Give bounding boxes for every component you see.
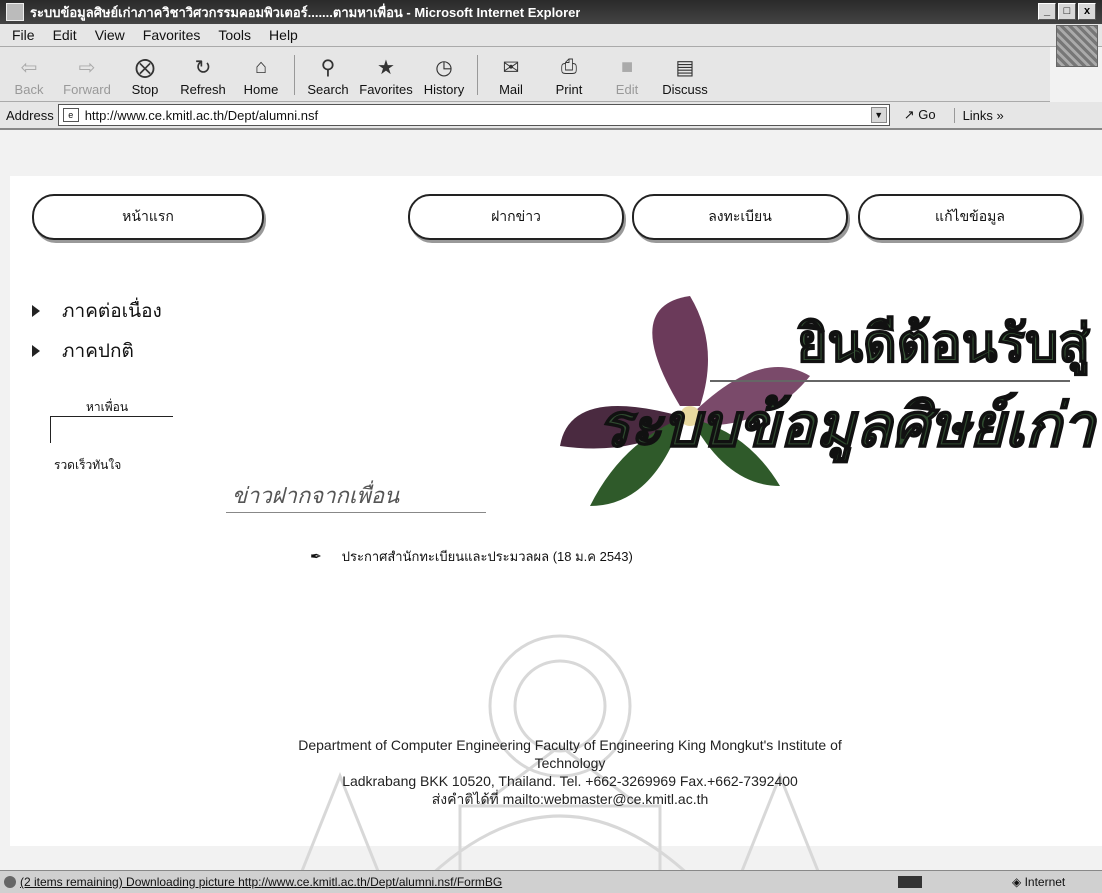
discuss-icon: ▤: [675, 56, 695, 79]
window-controls: _ □ x: [1038, 3, 1096, 20]
footer-email-link[interactable]: ส่งคำติได้ที่ mailto:webmaster@ce.kmitl.…: [270, 790, 870, 808]
address-bar: Address e http://www.ce.kmitl.ac.th/Dept…: [0, 102, 1102, 130]
print-icon: ⎙: [561, 55, 577, 78]
stop-button[interactable]: ⨂ Stop: [116, 55, 174, 101]
links-button[interactable]: Links »: [953, 107, 1004, 123]
find-friend-input[interactable]: [50, 416, 173, 443]
address-dropdown[interactable]: ▼: [870, 107, 887, 123]
news-section-title: ข่าวฝากจากเพื่อน: [232, 483, 400, 508]
sidebar-item-regular[interactable]: ภาคปกติ: [32, 336, 162, 366]
history-button[interactable]: ◷ History: [415, 55, 473, 101]
footer-line-1: Department of Computer Engineering Facul…: [298, 737, 842, 771]
print-button[interactable]: ⎙ Print: [540, 55, 598, 101]
page-loading-icon: [4, 876, 16, 888]
sidebar-menu: ภาคต่อเนื่อง ภาคปกติ: [32, 296, 162, 376]
toolbar: ⇦ Back ⇨ Forward ⨂ Stop ↻ Refresh ⌂ Home…: [0, 47, 1050, 102]
nav-news-button[interactable]: ฝากข่าว: [408, 194, 624, 240]
maximize-button[interactable]: □: [1058, 3, 1076, 20]
favorites-icon: ★: [377, 56, 395, 79]
toolbar-separator: [294, 55, 295, 95]
search-button[interactable]: ⚲ Search: [299, 55, 357, 101]
menu-help[interactable]: Help: [269, 27, 298, 43]
minimize-button[interactable]: _: [1038, 3, 1056, 20]
news-item-link[interactable]: ✒ ประกาศสำนักทะเบียนและประมวลผล (18 ม.ค …: [310, 546, 633, 567]
mail-button[interactable]: ✉ Mail: [482, 55, 540, 101]
nav-register-button[interactable]: ลงทะเบียน: [632, 194, 848, 240]
status-text: (2 items remaining) Downloading picture …: [20, 875, 503, 889]
forward-button[interactable]: ⇨ Forward: [58, 55, 116, 101]
status-bar: (2 items remaining) Downloading picture …: [0, 870, 1102, 893]
history-icon: ◷: [435, 56, 453, 79]
edit-icon: ■: [620, 55, 634, 78]
banner-title-line1: ยินดีต้อนรับสู่: [797, 315, 1090, 376]
close-button[interactable]: x: [1078, 3, 1096, 20]
ie-throbber-icon: [1056, 25, 1098, 67]
stop-icon: ⨂: [135, 56, 155, 79]
page-content: หน้าแรก ฝากข่าว ลงทะเบียน แก้ไขข้อมูล ภา…: [10, 176, 1102, 876]
university-seal-watermark: [298, 634, 822, 876]
refresh-icon: ↻: [194, 56, 212, 79]
favorites-button[interactable]: ★ Favorites: [357, 55, 415, 101]
forward-arrow-icon: ⇨: [78, 56, 96, 79]
find-friend-label: หาเพื่อน: [86, 400, 129, 414]
title-bar: ระบบข้อมูลศิษย์เก่าภาควิชาวิศวกรรมคอมพิว…: [0, 0, 1102, 24]
window-title: ระบบข้อมูลศิษย์เก่าภาควิชาวิศวกรรมคอมพิว…: [30, 4, 581, 20]
mail-icon: ✉: [502, 56, 520, 79]
address-input[interactable]: e http://www.ce.kmitl.ac.th/Dept/alumni.…: [57, 104, 890, 126]
address-url: http://www.ce.kmitl.ac.th/Dept/alumni.ns…: [84, 107, 319, 123]
ie-icon: [6, 3, 24, 21]
triangle-bullet-icon: [32, 345, 40, 357]
footer: Department of Computer Engineering Facul…: [270, 736, 870, 808]
back-arrow-icon: ⇦: [20, 56, 38, 79]
banner-title-line2: ระบบข้อมูลศิษย์เก่า: [598, 392, 1098, 463]
footer-line-2: Ladkrabang BKK 10520, Thailand. Tel. +66…: [342, 773, 798, 789]
edit-button[interactable]: ■ Edit: [598, 55, 656, 101]
zone-indicator: ◈ Internet: [1012, 875, 1066, 889]
back-button[interactable]: ⇦ Back: [0, 55, 58, 101]
sidebar-item-continuing[interactable]: ภาคต่อเนื่อง: [32, 296, 162, 326]
search-icon: ⚲: [320, 56, 336, 79]
refresh-button[interactable]: ↻ Refresh: [174, 55, 232, 101]
discuss-button[interactable]: ▤ Discuss: [656, 55, 714, 101]
nav-edit-profile-button[interactable]: แก้ไขข้อมูล: [858, 194, 1082, 240]
menu-tools[interactable]: Tools: [218, 27, 251, 43]
home-button[interactable]: ⌂ Home: [232, 55, 290, 101]
nav-home-button[interactable]: หน้าแรก: [32, 194, 264, 240]
home-icon: ⌂: [254, 55, 268, 78]
news-title-underline: [226, 512, 486, 513]
welcome-banner: ยินดีต้อนรับสู่ ระบบข้อมูลศิษย์เก่า: [560, 296, 1098, 506]
triangle-bullet-icon: [32, 305, 40, 317]
menu-file[interactable]: File: [12, 27, 35, 43]
progress-indicator: [898, 876, 922, 888]
pen-bullet-icon: ✒: [310, 548, 322, 564]
menu-view[interactable]: View: [95, 27, 125, 43]
go-button[interactable]: ↗ Go: [904, 107, 936, 123]
menu-edit[interactable]: Edit: [53, 27, 77, 43]
menu-bar: File Edit View Favorites Tools Help: [0, 24, 1102, 47]
page-icon: e: [62, 108, 79, 122]
menu-favorites[interactable]: Favorites: [143, 27, 201, 43]
address-label: Address: [6, 107, 54, 123]
toolbar-separator: [477, 55, 478, 95]
find-friend-subtitle: รวดเร็วทันใจ: [54, 458, 122, 472]
